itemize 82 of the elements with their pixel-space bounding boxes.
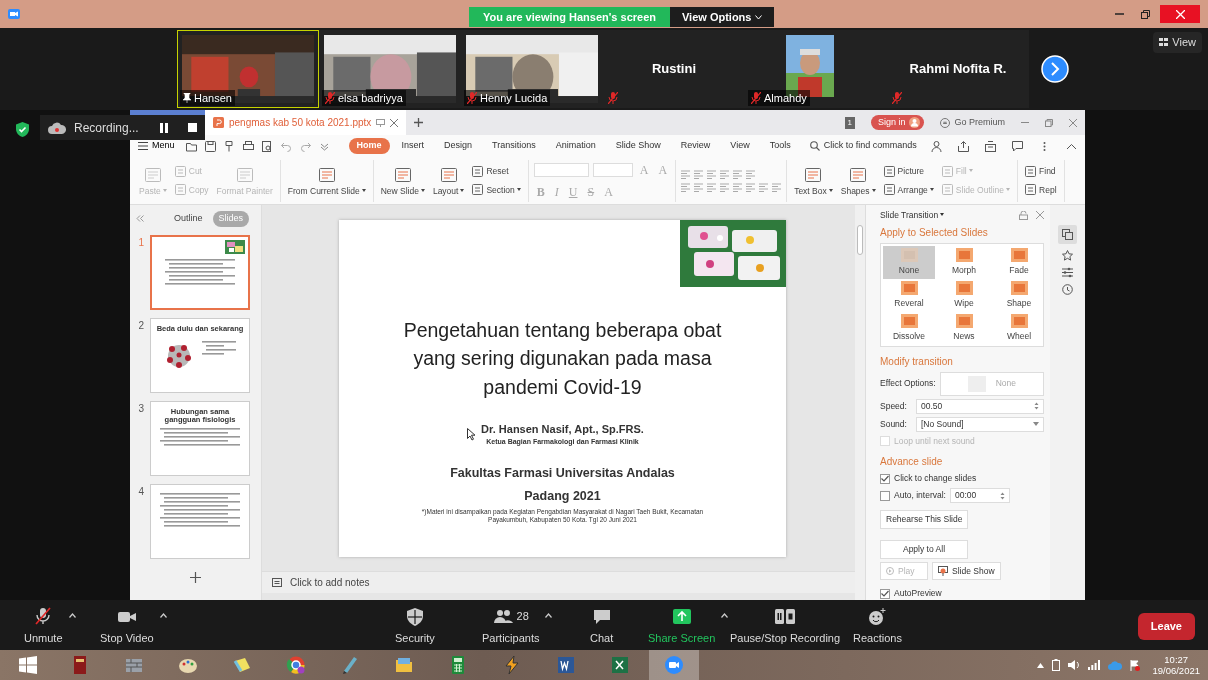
field-label: Sound: <box>880 417 908 431</box>
page-count-badge: 1 <box>844 116 855 129</box>
view-button[interactable]: View <box>1153 32 1202 53</box>
clock[interactable]: 10:27 19/06/2021 <box>1152 653 1200 677</box>
ribbon-button[interactable]: Section <box>470 182 523 198</box>
ribbon-tab[interactable]: Review <box>672 138 719 154</box>
ribbon-button[interactable]: New Slide <box>378 165 427 196</box>
panel-tab[interactable]: Outline <box>168 211 209 227</box>
ribbon-button[interactable]: Picture <box>881 163 936 179</box>
slide-author: Dr. Hansen Nasif, Apt., Sp.FRS. <box>481 421 644 437</box>
ribbon-tab[interactable]: Slide Show <box>607 138 669 154</box>
go-premium-button[interactable]: Go Premium <box>940 115 1005 130</box>
ribbon-tab[interactable]: Tools <box>761 138 799 154</box>
ribbon-button[interactable]: Layout <box>430 165 467 196</box>
document-name: pengmas kab 50 kota 2021.pptx <box>229 116 372 130</box>
section-heading: Modify transition <box>880 354 954 369</box>
slide-show-button[interactable]: Slide Show <box>932 561 1001 581</box>
ribbon-tab[interactable]: Animation <box>547 138 604 154</box>
toolbar-button[interactable]: Share Screen <box>648 607 716 647</box>
section-heading: Apply to Selected Slides <box>880 225 989 240</box>
ribbon-button[interactable]: Repl <box>1023 182 1059 198</box>
participant-name: elsa badriyya <box>338 90 403 106</box>
transition-option[interactable]: Morph <box>938 245 990 279</box>
view-options-button[interactable]: View Options <box>670 7 775 27</box>
menu-button[interactable]: Menu <box>138 139 175 153</box>
toolbar-button[interactable]: Unmute <box>24 607 63 647</box>
participant-name: Hansen <box>194 90 232 106</box>
speed-field[interactable]: 00.50 <box>916 398 1044 414</box>
slide-number: 4 <box>137 484 144 499</box>
slide-faculty: Fakultas Farmasi Universitas Andalas <box>450 464 675 482</box>
notes-placeholder: Click to add notes <box>290 576 370 590</box>
ribbon-button[interactable]: Find <box>1023 163 1059 179</box>
sound-dropdown[interactable]: [No Sound] <box>916 416 1044 432</box>
participant-name: Rahmi Nofita R. <box>909 60 1007 79</box>
slide-title: Pengetahuan tentang beberapa obat yang sering digunakan pada masa pandemi Covid-19 <box>402 318 723 400</box>
transition-option[interactable]: Dissolve <box>883 311 935 345</box>
slide-number: 1 <box>137 235 144 250</box>
apply-to-all-button[interactable]: Apply to All <box>880 539 968 559</box>
transition-option[interactable]: Shape <box>993 278 1043 312</box>
ribbon-tab[interactable]: Transitions <box>484 138 544 154</box>
interval-field[interactable]: 00:00 <box>950 488 1010 503</box>
ribbon-tab[interactable]: View <box>722 138 758 154</box>
pane-title[interactable]: Slide Transition <box>880 209 945 222</box>
checkbox[interactable]: AutoPreview <box>880 587 1044 600</box>
transition-option[interactable]: Wipe <box>938 278 990 312</box>
slide-place: Padang 2021 <box>524 487 601 505</box>
ribbon-button[interactable]: Reset <box>470 163 523 179</box>
transition-option[interactable]: News <box>938 311 990 345</box>
sign-in-button[interactable]: Sign in <box>870 114 925 131</box>
ribbon-tab[interactable]: Insert <box>393 138 433 154</box>
toolbar-button[interactable]: 28 Participants <box>482 607 540 647</box>
ribbon-button[interactable]: From Current Slide <box>285 165 368 196</box>
ribbon-tab[interactable]: Design <box>436 138 481 154</box>
banner-text: You are viewing Hansen's screen <box>469 7 670 27</box>
document-tab[interactable]: pengmas kab 50 kota 2021.pptx <box>205 110 407 135</box>
transition-option[interactable]: None <box>883 245 935 279</box>
slide-number: 2 <box>137 318 144 333</box>
participant-name: Henny Lucida <box>480 90 548 106</box>
toolbar-button[interactable]: Reactions <box>853 607 902 647</box>
slide-number: 3 <box>137 401 144 416</box>
participant-name: Almahdy <box>764 90 807 106</box>
ribbon-button[interactable]: Text Box <box>792 165 835 196</box>
participant-count: 28 <box>516 609 529 625</box>
toolbar-button[interactable]: Security <box>395 607 435 647</box>
field-label: Effect Options: <box>880 377 936 390</box>
toolbar-button[interactable]: Pause/Stop Recording <box>730 607 841 647</box>
toolbar-button[interactable]: Chat <box>590 607 614 647</box>
leave-button[interactable]: Leave <box>1137 613 1195 640</box>
transition-option[interactable]: Wheel <box>993 311 1043 345</box>
notes-field[interactable]: Click to add notes <box>262 571 855 593</box>
rehearse-button[interactable]: Rehearse This Slide <box>880 510 969 529</box>
participant-name: Rustini <box>651 60 697 79</box>
checkbox[interactable]: Auto, interval: <box>880 489 946 502</box>
ribbon-button[interactable]: Arrange <box>881 182 936 198</box>
field-label: Speed: <box>880 399 908 413</box>
section-heading: Advance slide <box>880 455 944 470</box>
transition-option[interactable]: Fade <box>993 245 1043 279</box>
ribbon-button[interactable]: Shapes <box>838 165 878 196</box>
checkbox[interactable]: Click to change slides <box>880 472 1044 485</box>
transition-option[interactable]: Reveral <box>883 278 935 312</box>
recording-label: Recording... <box>74 119 139 137</box>
toolbar-button[interactable]: Stop Video <box>100 607 154 647</box>
